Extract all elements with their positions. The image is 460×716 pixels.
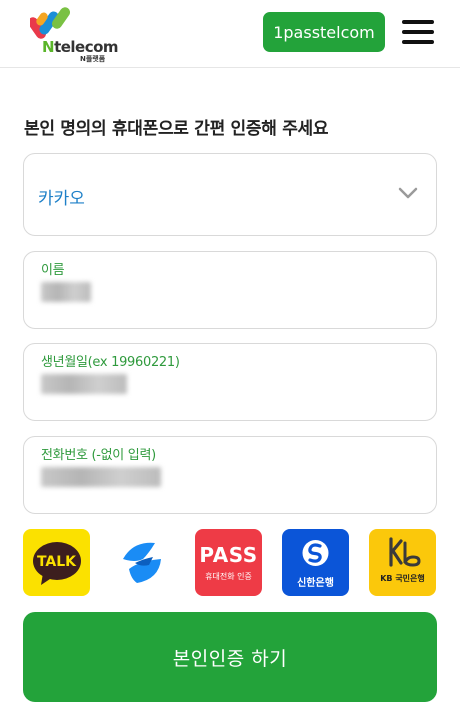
logo-subtext: N플랫폼	[80, 55, 106, 63]
brand-button[interactable]: 1passtelcom	[263, 12, 385, 52]
shinhan-logo-icon	[302, 540, 329, 566]
kb-bank-button[interactable]: KB 국민은행	[369, 529, 436, 596]
birth-date-field-label: 생년월일(ex 19960221)	[41, 355, 180, 370]
name-field[interactable]: 이름	[23, 251, 437, 329]
page-title: 본인 명의의 휴대폰으로 간편 인증해 주세요	[24, 119, 329, 139]
carrier-select-value: 카카오	[38, 189, 85, 209]
phone-number-field[interactable]: 전화번호 (-없이 입력)	[23, 436, 437, 514]
shinhan-bank-button[interactable]: 신한은행	[282, 529, 349, 596]
app-header: Ntelecom N플랫폼 1passtelcom	[0, 0, 460, 68]
pass-label: PASS	[199, 543, 258, 567]
pass-sublabel: 휴대전화 인증	[205, 572, 252, 581]
birth-date-field-value	[41, 374, 127, 394]
kakao-talk-label: TALK	[36, 554, 77, 570]
verify-identity-button[interactable]: 본인인증 하기	[23, 612, 437, 702]
birth-date-field[interactable]: 생년월일(ex 19960221)	[23, 343, 437, 421]
kb-logo-icon	[389, 537, 421, 567]
shinhan-bank-label: 신한은행	[297, 578, 334, 589]
toss-button[interactable]	[109, 529, 176, 596]
pass-button[interactable]: PASS 휴대전화 인증	[195, 529, 262, 596]
kakao-talk-button[interactable]: TALK	[23, 529, 90, 596]
name-field-label: 이름	[41, 263, 65, 278]
phone-number-field-value	[41, 467, 161, 487]
phone-number-field-label: 전화번호 (-없이 입력)	[41, 448, 156, 463]
name-field-value	[41, 282, 91, 302]
ntelecom-logo[interactable]: Ntelecom N플랫폼	[28, 6, 119, 63]
toss-icon	[123, 542, 161, 583]
kb-bank-label: KB 국민은행	[380, 574, 425, 583]
ntelecom-logo-icon	[30, 7, 71, 39]
carrier-select[interactable]: 카카오	[23, 153, 437, 236]
auth-provider-list: TALK PASS 휴대전화 인증 신한은행 KB 국민은행	[23, 529, 437, 597]
chevron-down-icon	[398, 187, 418, 199]
hamburger-menu-icon[interactable]	[402, 20, 434, 44]
